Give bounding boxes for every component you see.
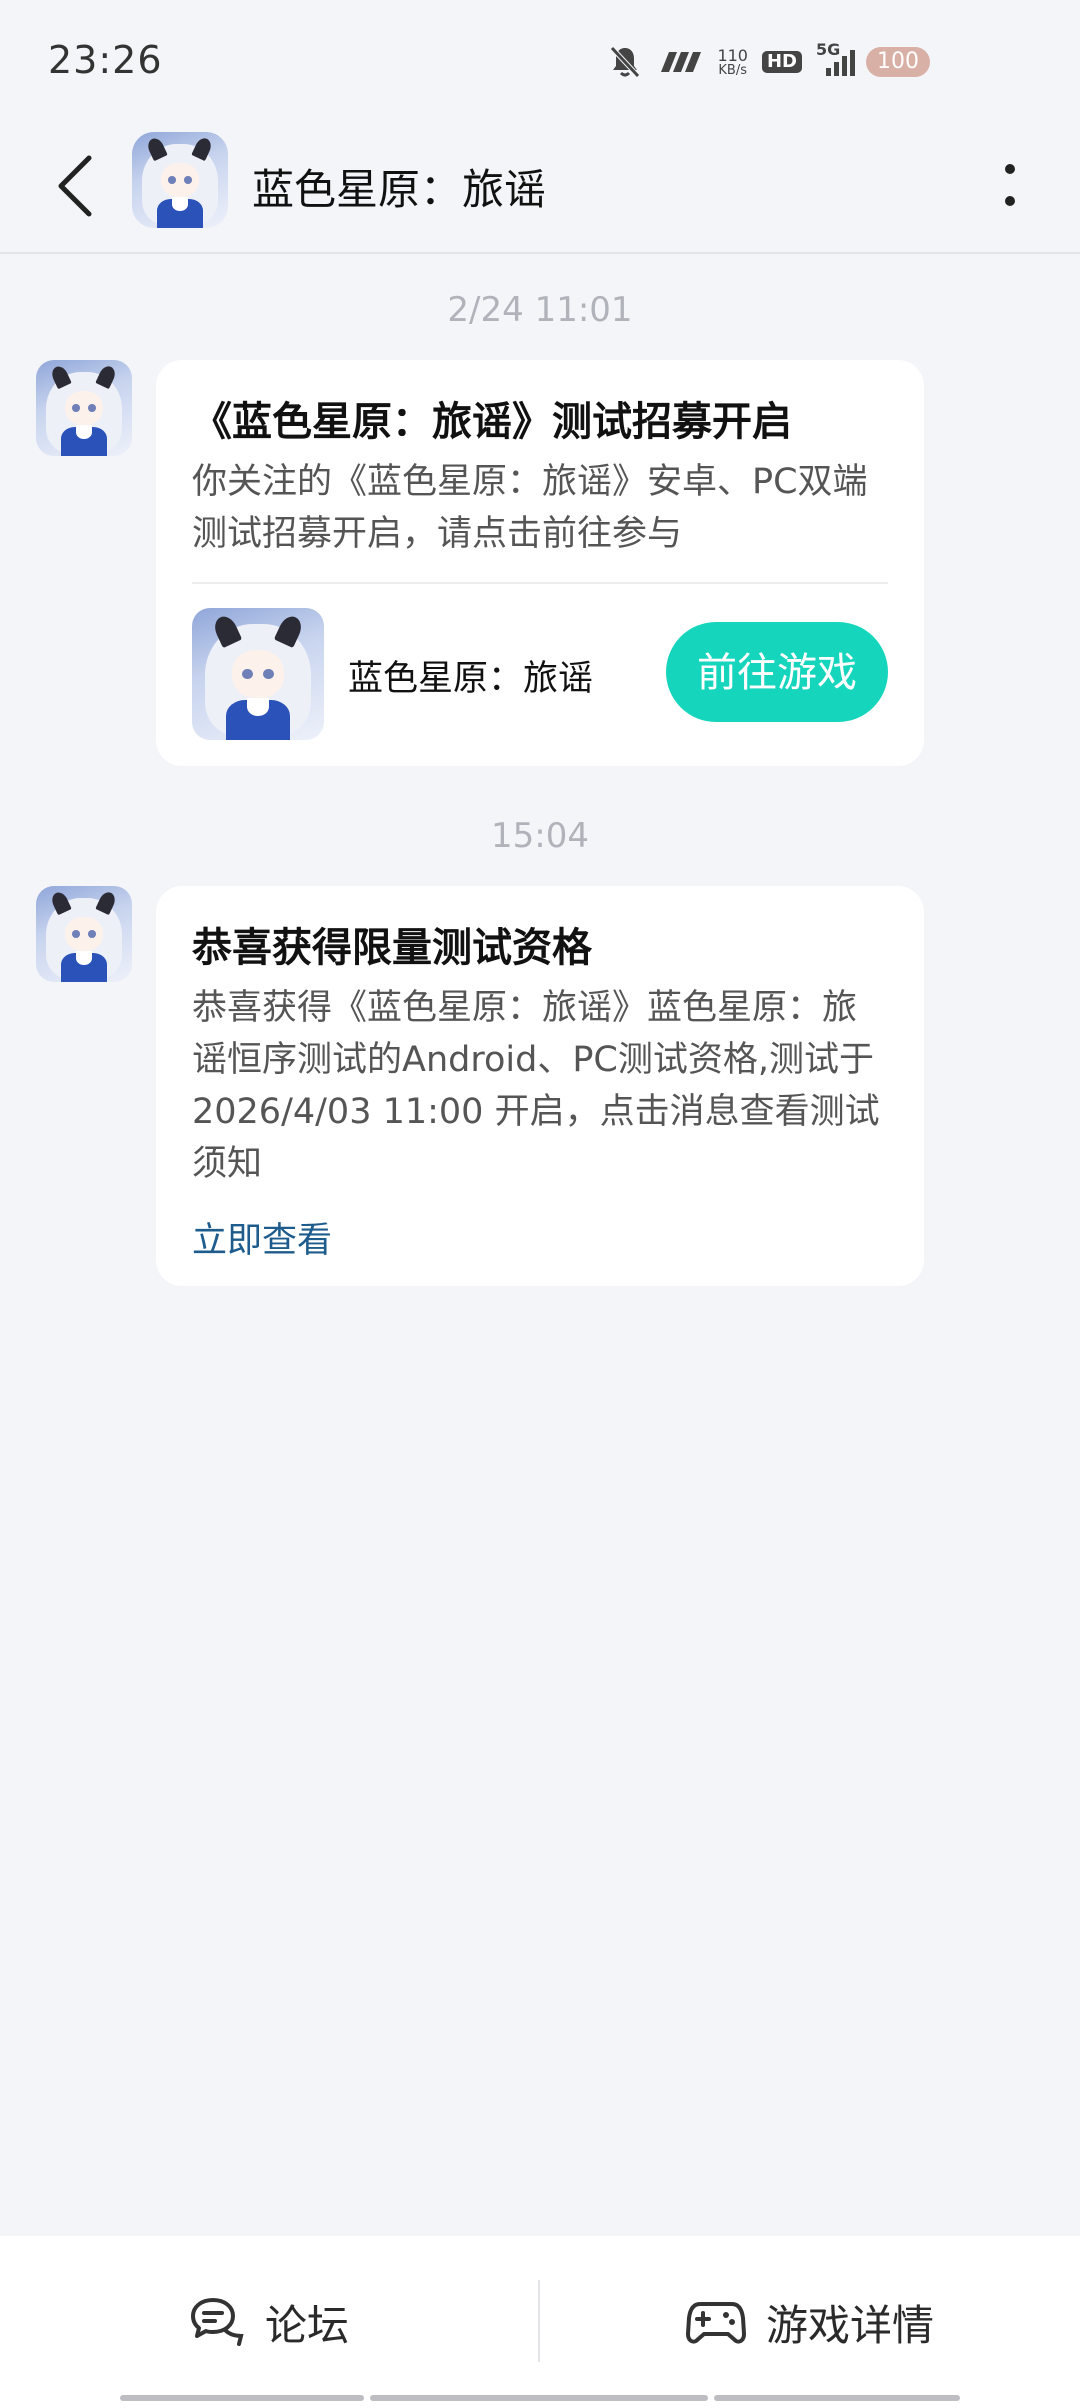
game-avatar[interactable] — [132, 132, 228, 228]
net-speed-value: 110 — [717, 45, 748, 65]
cellular-signal-icon: 5G — [816, 40, 856, 78]
timestamp: 15:04 — [491, 816, 589, 856]
hd-badge: HD — [761, 51, 802, 73]
chevron-left-icon — [58, 155, 92, 217]
view-now-link[interactable]: 立即查看 — [192, 1212, 888, 1263]
header: 蓝色星原：旅谣 — [0, 120, 1080, 254]
network-type-label: 5G — [816, 40, 841, 59]
status-bar: 23:26 110 KB/s HD 5G 100 — [0, 0, 1080, 120]
signal-hd-icon — [655, 48, 703, 76]
game-detail-tab[interactable]: 游戏详情 — [540, 2236, 1080, 2408]
go-to-game-button[interactable]: 前往游戏 — [666, 622, 888, 722]
forum-tab[interactable]: 论坛 — [0, 2236, 538, 2408]
message-body: 恭喜获得《蓝色星原：旅谣》蓝色星原：旅谣恒序测试的Android、PC测试资格,… — [192, 988, 880, 1184]
divider — [192, 582, 888, 584]
more-vertical-icon — [1005, 164, 1015, 206]
net-speed: 110 KB/s — [717, 45, 748, 78]
gesture-bar — [370, 2395, 708, 2401]
mute-bell-icon — [609, 45, 641, 79]
game-detail-tab-label: 游戏详情 — [765, 2300, 934, 2350]
message-card[interactable]: 《蓝色星原：旅谣》测试招募开启 你关注的《蓝色星原：旅谣》安卓、PC双端测试招募… — [156, 360, 924, 766]
forum-chat-icon — [190, 2298, 244, 2346]
net-speed-unit: KB/s — [718, 62, 748, 78]
sender-avatar-image — [36, 360, 132, 456]
gamepad-icon — [685, 2302, 746, 2344]
sender-avatar-image — [36, 886, 132, 982]
message-title: 《蓝色星原：旅谣》测试招募开启 — [192, 399, 792, 445]
back-button[interactable] — [40, 148, 110, 224]
game-thumbnail[interactable] — [192, 608, 324, 740]
game-thumbnail-image — [192, 608, 324, 740]
sender-avatar[interactable] — [36, 886, 132, 982]
message-card[interactable]: 恭喜获得限量测试资格 恭喜获得《蓝色星原：旅谣》蓝色星原：旅谣恒序测试的Andr… — [156, 886, 924, 1286]
battery-icon: 100 — [866, 47, 930, 77]
message-body: 你关注的《蓝色星原：旅谣》安卓、PC双端测试招募开启，请点击前往参与 — [192, 462, 868, 554]
forum-tab-label: 论坛 — [264, 2300, 349, 2350]
sender-avatar[interactable] — [36, 360, 132, 456]
game-art-image — [132, 132, 228, 228]
gesture-bar — [120, 2395, 364, 2401]
message-title: 恭喜获得限量测试资格 — [192, 925, 592, 971]
status-icons: 110 KB/s HD 5G — [609, 40, 910, 82]
bottom-bar: 论坛 游戏详情 — [0, 2236, 1080, 2408]
game-row[interactable]: 蓝色星原：旅谣 前往游戏 — [192, 604, 888, 772]
more-button[interactable] — [980, 150, 1040, 220]
gesture-bar — [714, 2395, 960, 2401]
game-name: 蓝色星原：旅谣 — [348, 659, 594, 699]
status-time: 23:26 — [48, 38, 163, 82]
timestamp: 2/24 11:01 — [447, 290, 633, 330]
page-title: 蓝色星原：旅谣 — [252, 165, 547, 214]
